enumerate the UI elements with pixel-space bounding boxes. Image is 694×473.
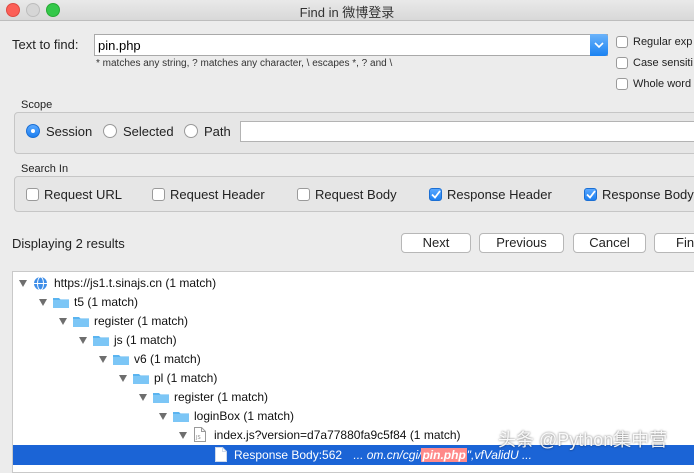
whole-word-checkbox[interactable] bbox=[616, 78, 628, 90]
disclosure-triangle-icon[interactable] bbox=[179, 432, 187, 439]
response-header-label: Response Header bbox=[447, 187, 552, 202]
disclosure-triangle-icon[interactable] bbox=[19, 280, 27, 287]
response-body-checkbox[interactable] bbox=[584, 188, 597, 201]
scope-path-label: Path bbox=[204, 124, 231, 139]
search-in-title: Search In bbox=[21, 163, 69, 175]
window-title: Find in 微博登录 bbox=[299, 5, 395, 20]
folder-icon bbox=[73, 317, 89, 327]
tree-node[interactable]: https://js1.t.sinajs.cn (1 match) bbox=[13, 274, 694, 293]
tree-node[interactable]: loginBox (1 match) bbox=[13, 407, 694, 426]
wildcard-hint: * matches any string, ? matches any char… bbox=[96, 58, 393, 69]
disclosure-triangle-icon[interactable] bbox=[99, 356, 107, 363]
tree-node[interactable]: register (1 match) bbox=[13, 312, 694, 331]
globe-icon bbox=[34, 276, 47, 291]
tree-node-label: loginBox (1 match) bbox=[194, 409, 295, 423]
folder-icon bbox=[153, 393, 169, 403]
result-match-highlight: pin.php bbox=[421, 448, 467, 462]
result-snippet-before: ... om.cn/cgi/ bbox=[353, 448, 422, 462]
request-url-checkbox[interactable] bbox=[26, 188, 39, 201]
tree-node[interactable]: pl (1 match) bbox=[13, 369, 694, 388]
watermark-logo-icon bbox=[479, 427, 497, 445]
result-match-text: Response Body:562 ... om.cn/cgi/pin.php"… bbox=[234, 448, 532, 462]
request-header-checkbox[interactable] bbox=[152, 188, 165, 201]
disclosure-triangle-icon[interactable] bbox=[139, 394, 147, 401]
checkmark-icon bbox=[586, 190, 596, 199]
scope-path-radio[interactable] bbox=[184, 124, 198, 138]
tree-node-label: index.js?version=d7a77880fa9c5f84 (1 mat… bbox=[214, 428, 461, 442]
title-bar: Find in 微博登录 bbox=[0, 0, 694, 21]
scope-session-radio[interactable] bbox=[26, 124, 40, 138]
disclosure-triangle-icon[interactable] bbox=[119, 375, 127, 382]
next-button[interactable]: Next bbox=[401, 233, 471, 253]
tree-node-label: t5 (1 match) bbox=[74, 295, 139, 309]
tree-node-label: register (1 match) bbox=[174, 390, 269, 404]
request-body-checkbox[interactable] bbox=[297, 188, 310, 201]
regex-label: Regular exp bbox=[633, 36, 693, 48]
tree-node-label: pl (1 match) bbox=[154, 371, 218, 385]
find-combobox[interactable] bbox=[94, 34, 608, 56]
disclosure-triangle-icon[interactable] bbox=[159, 413, 167, 420]
whole-word-label: Whole word bbox=[633, 78, 692, 90]
disclosure-triangle-icon[interactable] bbox=[79, 337, 87, 344]
disclosure-triangle-icon[interactable] bbox=[39, 299, 47, 306]
tree-node-label: js (1 match) bbox=[114, 333, 177, 347]
scope-selected-radio[interactable] bbox=[103, 124, 117, 138]
watermark-text: 头条 @Python集中营 bbox=[498, 430, 668, 450]
cancel-button[interactable]: Cancel bbox=[573, 233, 646, 253]
response-header-checkbox[interactable] bbox=[429, 188, 442, 201]
tree-node-label: v6 (1 match) bbox=[134, 352, 201, 366]
file-icon: JS bbox=[194, 427, 206, 442]
scope-selected-label: Selected bbox=[123, 124, 174, 139]
scope-session-label: Session bbox=[46, 124, 93, 139]
tree-node[interactable]: register (1 match) bbox=[13, 388, 694, 407]
find-button[interactable]: Fin bbox=[654, 233, 694, 253]
response-body-label: Response Body bbox=[602, 187, 694, 202]
tree-node[interactable]: js (1 match) bbox=[13, 331, 694, 350]
previous-button[interactable]: Previous bbox=[479, 233, 564, 253]
svg-text:JS: JS bbox=[195, 435, 201, 441]
request-header-label: Request Header bbox=[170, 187, 265, 202]
checkmark-icon bbox=[431, 190, 441, 199]
case-sensitive-checkbox[interactable] bbox=[616, 57, 628, 69]
find-history-dropdown-button[interactable] bbox=[590, 34, 608, 56]
document-icon bbox=[215, 447, 227, 462]
folder-icon bbox=[133, 374, 149, 384]
regex-checkbox[interactable] bbox=[616, 36, 628, 48]
scope-title: Scope bbox=[21, 99, 53, 111]
disclosure-triangle-icon[interactable] bbox=[59, 318, 67, 325]
find-input[interactable] bbox=[98, 36, 588, 54]
tree-node[interactable]: t5 (1 match) bbox=[13, 293, 694, 312]
folder-icon bbox=[173, 412, 189, 422]
chevron-down-icon bbox=[594, 42, 604, 48]
folder-icon bbox=[93, 336, 109, 346]
folder-icon bbox=[53, 298, 69, 308]
path-input[interactable] bbox=[240, 121, 694, 142]
case-sensitive-label: Case sensiti bbox=[633, 57, 693, 69]
tree-node[interactable]: v6 (1 match) bbox=[13, 350, 694, 369]
tree-node-label: register (1 match) bbox=[94, 314, 189, 328]
folder-icon bbox=[113, 355, 129, 365]
results-summary: Displaying 2 results bbox=[12, 236, 125, 251]
request-url-label: Request URL bbox=[44, 187, 123, 202]
request-body-label: Request Body bbox=[315, 187, 397, 202]
tree-node-label: https://js1.t.sinajs.cn (1 match) bbox=[54, 276, 217, 290]
find-label: Text to find: bbox=[12, 37, 79, 52]
result-location: Response Body:562 bbox=[234, 448, 343, 462]
